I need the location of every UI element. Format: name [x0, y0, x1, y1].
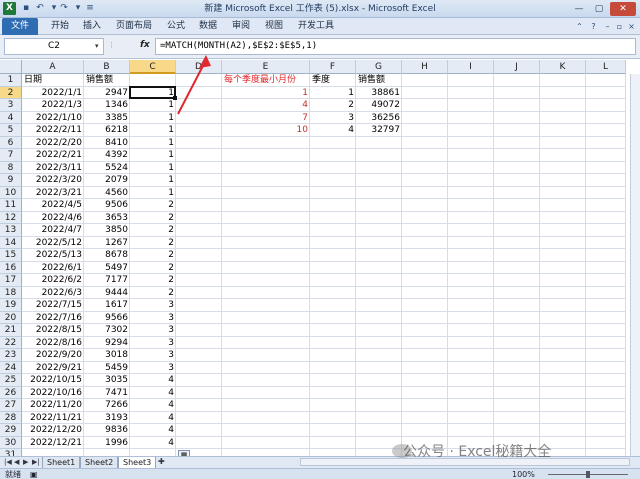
annotation-arrow-head [199, 55, 211, 68]
annotation-arrow-line [177, 59, 207, 115]
annotation-arrow [177, 55, 211, 115]
